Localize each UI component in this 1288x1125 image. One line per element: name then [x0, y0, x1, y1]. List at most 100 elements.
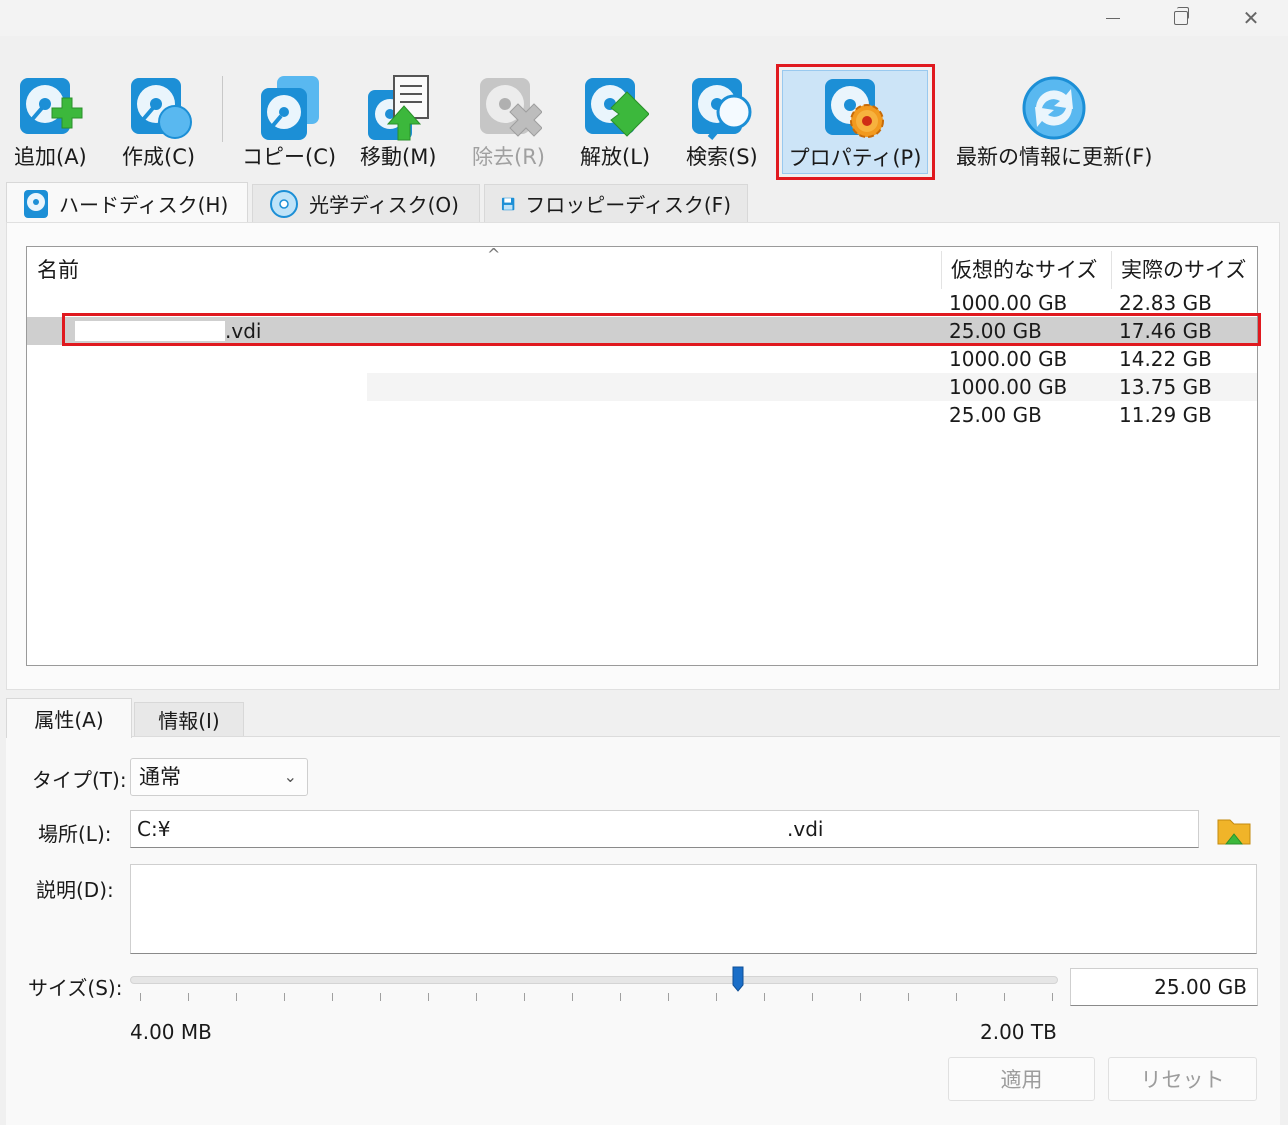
close-button[interactable]: ✕: [1228, 4, 1274, 32]
add-button-label: 追加(A): [14, 145, 87, 169]
location-value-suffix: .vdi: [787, 817, 824, 841]
tab-info[interactable]: 情報(I): [134, 702, 244, 736]
slider-tick: [524, 993, 525, 1001]
slider-tick: [1052, 993, 1053, 1001]
row-actual-size: 13.75 GB: [1119, 375, 1212, 399]
move-disk-icon: [364, 74, 432, 142]
size-field[interactable]: 25.00 GB: [1070, 968, 1258, 1006]
properties-button-label: プロパティ(P): [788, 146, 922, 170]
tab-floppy-disk-label: フロッピーディスク(F): [525, 193, 731, 217]
sort-up-icon: ^: [487, 245, 501, 264]
refresh-button[interactable]: 最新の情報に更新(F): [956, 74, 1152, 186]
column-header-name-label: 名前: [37, 258, 79, 282]
size-value: 25.00 GB: [1154, 975, 1247, 999]
row-actual-size: 17.46 GB: [1119, 319, 1212, 343]
tab-attributes-label: 属性(A): [34, 708, 104, 732]
reset-button[interactable]: リセット: [1108, 1057, 1257, 1101]
tab-optical-disk[interactable]: 光学ディスク(O): [252, 184, 480, 222]
tab-hard-disk-label: ハードディスク(H): [59, 193, 229, 217]
tab-info-label: 情報(I): [158, 709, 220, 733]
create-button-label: 作成(C): [122, 145, 196, 169]
row-virtual-size: 1000.00 GB: [949, 375, 1068, 399]
size-slider[interactable]: [130, 976, 1058, 984]
location-value-prefix: C:¥: [137, 817, 171, 841]
search-button[interactable]: 検索(S): [686, 74, 758, 186]
description-field[interactable]: [130, 864, 1257, 954]
properties-button[interactable]: プロパティ(P): [782, 70, 928, 174]
row-virtual-size: 25.00 GB: [949, 403, 1042, 427]
table-row[interactable]: 1000.00 GB 13.75 GB: [27, 373, 1257, 401]
row-name: .vdi: [225, 319, 262, 343]
description-label: 説明(D):: [36, 878, 114, 902]
add-disk-icon: [16, 74, 84, 142]
add-button[interactable]: 追加(A): [14, 74, 87, 186]
type-label: タイプ(T):: [32, 768, 127, 792]
close-icon: ✕: [1242, 6, 1260, 30]
search-disk-icon: [688, 74, 756, 142]
move-button[interactable]: 移動(M): [360, 74, 437, 186]
move-button-label: 移動(M): [360, 145, 437, 169]
slider-tick: [860, 993, 861, 1001]
table-row[interactable]: 1000.00 GB 22.83 GB: [27, 289, 1257, 317]
tab-hard-disk[interactable]: ハードディスク(H): [6, 182, 248, 224]
column-header-actual-size[interactable]: 実際のサイズ: [1121, 247, 1246, 291]
minimize-icon: [1106, 17, 1120, 19]
column-header-name[interactable]: 名前 ^: [37, 245, 937, 291]
slider-tick: [284, 993, 285, 1001]
row-virtual-size: 25.00 GB: [949, 319, 1042, 343]
remove-button-label: 除去(R): [472, 145, 545, 169]
search-button-label: 検索(S): [686, 145, 758, 169]
apply-button-label: 適用: [1000, 1068, 1043, 1092]
location-label: 場所(L):: [38, 822, 112, 846]
release-button[interactable]: 解放(L): [580, 74, 650, 186]
remove-disk-icon: [474, 74, 544, 142]
slider-tick: [668, 993, 669, 1001]
slider-tick: [140, 993, 141, 1001]
column-header-virtual-size-label: 仮想的なサイズ: [951, 258, 1098, 282]
copy-disk-icon: [255, 74, 323, 142]
minimize-button[interactable]: [1090, 4, 1136, 32]
maximize-button[interactable]: [1158, 4, 1204, 32]
tab-attributes[interactable]: 属性(A): [6, 698, 132, 738]
slider-tick: [1004, 993, 1005, 1001]
row-actual-size: 22.83 GB: [1119, 291, 1212, 315]
type-select-value: 通常: [139, 765, 181, 789]
create-button[interactable]: 作成(C): [122, 74, 195, 186]
column-header-actual-size-label: 実際のサイズ: [1121, 258, 1247, 282]
size-min-label: 4.00 MB: [130, 1020, 212, 1044]
copy-button-label: コピー(C): [242, 145, 337, 169]
slider-tick: [620, 993, 621, 1001]
location-field[interactable]: C:¥ .vdi: [130, 810, 1199, 848]
copy-button[interactable]: コピー(C): [242, 74, 336, 186]
title-bar: ✕: [0, 0, 1288, 36]
remove-button[interactable]: 除去(R): [472, 74, 545, 186]
slider-tick: [476, 993, 477, 1001]
size-max-label: 2.00 TB: [980, 1020, 1057, 1044]
refresh-icon: [1020, 74, 1088, 142]
table-row[interactable]: 25.00 GB 11.29 GB: [27, 401, 1257, 429]
slider-tick: [716, 993, 717, 1001]
type-select[interactable]: 通常 ⌄: [130, 758, 308, 796]
browse-folder-button[interactable]: [1216, 814, 1252, 846]
table-row[interactable]: 1000.00 GB 14.22 GB: [27, 345, 1257, 373]
chevron-down-icon: ⌄: [283, 767, 297, 786]
create-disk-icon: [125, 74, 193, 142]
slider-tick: [428, 993, 429, 1001]
hard-disk-icon: [24, 189, 48, 218]
column-header-virtual-size[interactable]: 仮想的なサイズ: [951, 247, 1097, 291]
media-list[interactable]: 名前 ^ 仮想的なサイズ 実際のサイズ 1000.00 GB 22.83 GB …: [26, 245, 1258, 666]
slider-tick: [572, 993, 573, 1001]
row-virtual-size: 1000.00 GB: [949, 291, 1068, 315]
slider-tick: [764, 993, 765, 1001]
slider-tick: [236, 993, 237, 1001]
apply-button[interactable]: 適用: [948, 1057, 1095, 1101]
properties-disk-icon: [821, 75, 889, 143]
table-row-selected[interactable]: .vdi 25.00 GB 17.46 GB: [27, 317, 1257, 345]
refresh-button-label: 最新の情報に更新(F): [956, 145, 1153, 169]
tab-floppy-disk[interactable]: フロッピーディスク(F): [484, 184, 748, 222]
slider-tick: [812, 993, 813, 1001]
size-slider-thumb[interactable]: [732, 966, 744, 992]
slider-tick: [332, 993, 333, 1001]
redacted-name: [75, 321, 225, 341]
size-label: サイズ(S):: [28, 976, 123, 1000]
